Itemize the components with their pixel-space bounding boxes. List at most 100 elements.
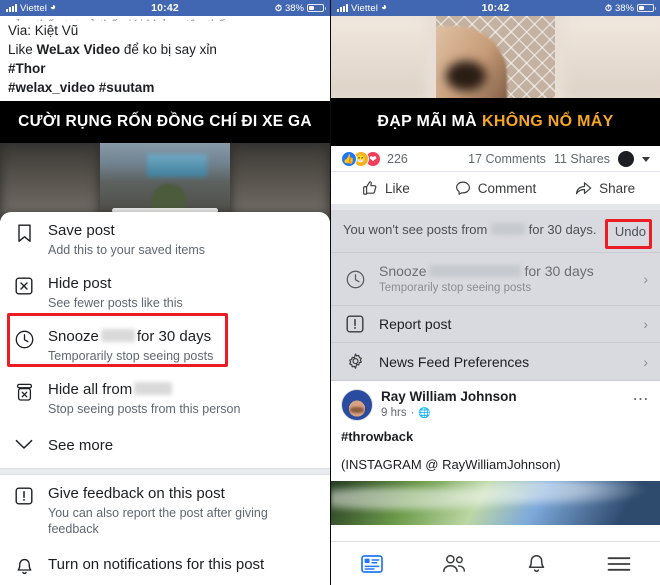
like-button-label: Like: [384, 180, 410, 196]
snooze-title-before: Snooze: [48, 328, 99, 345]
alarm-icon: ⏱: [274, 2, 282, 13]
battery-percent-label: 38%: [284, 2, 304, 14]
comment-button[interactable]: Comment: [441, 172, 551, 204]
like-prefix: Like: [8, 42, 37, 57]
menu-item-title: Hide post: [48, 275, 112, 292]
video-thumbnail-left[interactable]: [0, 143, 330, 221]
share-button-label: Share: [599, 180, 636, 196]
tab-friends[interactable]: [413, 554, 495, 573]
thumbnail-blur-left: [0, 143, 100, 221]
menu-item-subtitle: Add this to your saved items: [48, 243, 206, 257]
menu-item-hide-all-text: Hide all from Stop seeing posts from thi…: [48, 380, 316, 417]
share-button[interactable]: Share: [550, 172, 660, 204]
avatar[interactable]: [341, 389, 373, 421]
thumbs-up-icon: [363, 181, 377, 195]
bookmark-icon: [13, 221, 35, 243]
snooze-notice: You won't see posts from for 30 days. Un…: [331, 210, 660, 253]
menu-item-snooze[interactable]: Snooze for 30 days Temporarily stop seein…: [0, 318, 330, 371]
status-bar-right-group: ⏱ 38%: [604, 2, 656, 14]
notice-text-before: You won't see posts from: [343, 222, 488, 237]
post-author-name[interactable]: Ray William Johnson: [381, 389, 517, 405]
menu-item-subtitle: See fewer posts like this: [48, 296, 183, 310]
menu-item-see-more-text: See more: [48, 436, 316, 456]
menu-item-snooze-text: Snooze for 30 days Temporarily stop seein…: [48, 327, 316, 364]
notifications-bell-icon: [528, 554, 545, 572]
video-thumbnail-right[interactable]: [331, 16, 660, 98]
left-screenshot-panel: Viettel ◕ 10:42 ⏱ 38% cảm thấy tụt cả th…: [0, 0, 330, 585]
like-icon: 👍: [341, 151, 357, 167]
photo-shadow: [445, 61, 486, 91]
snooze-row-text: Snooze for 30 days Temporarily stop seein…: [379, 262, 631, 296]
video-title-banner-right: ĐẠP MÃI MÀ KHÔNG NỔ MÁY: [331, 98, 660, 146]
comment-count[interactable]: 17 Comments: [468, 152, 546, 166]
bell-icon: [13, 555, 35, 577]
globe-icon[interactable]: 🌐: [418, 406, 430, 421]
menu-item-title: Turn on notifications for this post: [48, 556, 265, 573]
news-feed-preferences-row[interactable]: News Feed Preferences ›: [331, 343, 660, 381]
menu-item-save-post-text: Save post Add this to your saved items: [48, 221, 316, 258]
bottom-tab-bar: [331, 541, 660, 585]
post-hashtag[interactable]: #throwback: [341, 427, 650, 447]
comment-button-label: Comment: [477, 180, 537, 196]
tab-notifications[interactable]: [496, 554, 578, 574]
redacted-name: [490, 223, 525, 235]
status-bar-right: Viettel ◕ 10:42 ⏱ 38%: [331, 0, 660, 16]
report-post-title: Report post: [379, 316, 452, 332]
banner-white-text: ĐẠP MÃI MÀ: [377, 113, 477, 130]
reaction-icons-group[interactable]: 👍 😁 ❤: [341, 151, 381, 167]
thumbnail-center-image: [436, 16, 555, 98]
thumbnail-blur-right: [230, 143, 330, 221]
post-caption-left: cảm thấy tụt cả thế giới khủng tận thế V…: [0, 16, 330, 101]
battery-icon: [307, 4, 326, 12]
snooze-confirmation-sheet: You won't see posts from for 30 days. Un…: [331, 210, 660, 381]
avatar[interactable]: [618, 151, 634, 167]
like-button[interactable]: Like: [331, 172, 441, 204]
right-screenshot-panel: Viettel ◕ 10:42 ⏱ 38% ĐẠP MÃI MÀ KHÔNG N…: [330, 0, 660, 585]
report-post-row[interactable]: Report post ›: [331, 306, 660, 343]
thumbnail-blur-left: [331, 16, 426, 98]
menu-item-see-more[interactable]: See more: [0, 424, 330, 468]
snooze-title-before: Snooze: [379, 263, 427, 279]
menu-item-hide-all-from[interactable]: Hide all from Stop seeing posts from thi…: [0, 371, 330, 424]
snooze-title-after: for 30 days: [524, 263, 594, 279]
chevron-right-icon: ›: [643, 316, 648, 332]
undo-button[interactable]: Undo: [613, 222, 648, 241]
post-timestamp: 9 hrs: [381, 407, 407, 419]
menu-item-give-feedback-text: Give feedback on this post You can also …: [48, 484, 316, 537]
hashtag-thor[interactable]: #Thor: [8, 59, 322, 78]
share-count[interactable]: 11 Shares: [554, 152, 610, 166]
menu-item-hide-post[interactable]: Hide post See fewer posts like this: [0, 265, 330, 318]
reaction-count[interactable]: 226: [387, 152, 408, 166]
post-author-block: Ray William Johnson 9 hrs · 🌐: [381, 389, 517, 421]
next-post-card: Ray William Johnson 9 hrs · 🌐 ⋯ #throwba…: [331, 381, 660, 481]
menu-item-title: Snooze for 30 days: [48, 327, 316, 347]
more-options-icon[interactable]: ⋯: [633, 389, 651, 409]
menu-item-save-post[interactable]: Save post Add this to your saved items: [0, 212, 330, 265]
snooze-row-title: Snooze for 30 days: [379, 262, 631, 280]
alarm-icon: ⏱: [604, 2, 612, 13]
snooze-title-after: for 30 days: [136, 328, 212, 345]
redacted-name: [134, 382, 173, 395]
report-post-text: Report post: [379, 315, 631, 333]
video-title-banner-left: CƯỜI RỤNG RỐN ĐỒNG CHÍ ĐI XE GA: [0, 101, 330, 143]
chevron-down-icon[interactable]: [642, 156, 650, 162]
like-suffix: để ko bị say xỉn: [120, 42, 217, 57]
menu-item-hide-post-text: Hide post See fewer posts like this: [48, 274, 316, 311]
post-action-bar: Like Comment Share: [331, 172, 660, 210]
engagement-right-group: 17 Comments 11 Shares: [468, 151, 650, 167]
chevron-down-icon: [13, 436, 35, 450]
chevron-right-icon: ›: [643, 353, 648, 370]
caption-like-line: Like WeLax Video để ko bị say xỉn: [8, 40, 322, 59]
thumbnail-blur-right: [565, 16, 660, 98]
menu-item-give-feedback[interactable]: Give feedback on this post You can also …: [0, 475, 330, 544]
news-feed-preferences-text: News Feed Preferences: [379, 353, 631, 371]
menu-item-title: Give feedback on this post: [48, 485, 225, 502]
snooze-row[interactable]: Snooze for 30 days Temporarily stop seein…: [331, 253, 660, 306]
tab-menu[interactable]: [578, 556, 660, 572]
tab-news-feed[interactable]: [331, 554, 413, 573]
menu-item-title: Hide all from: [48, 380, 316, 400]
menu-item-turn-on-notifications[interactable]: Turn on notifications for this post: [0, 544, 330, 584]
hide-all-title-before: Hide all from: [48, 381, 133, 398]
next-post-image[interactable]: [331, 481, 660, 525]
hashtag-welax[interactable]: #welax_video #suutam: [8, 78, 322, 97]
